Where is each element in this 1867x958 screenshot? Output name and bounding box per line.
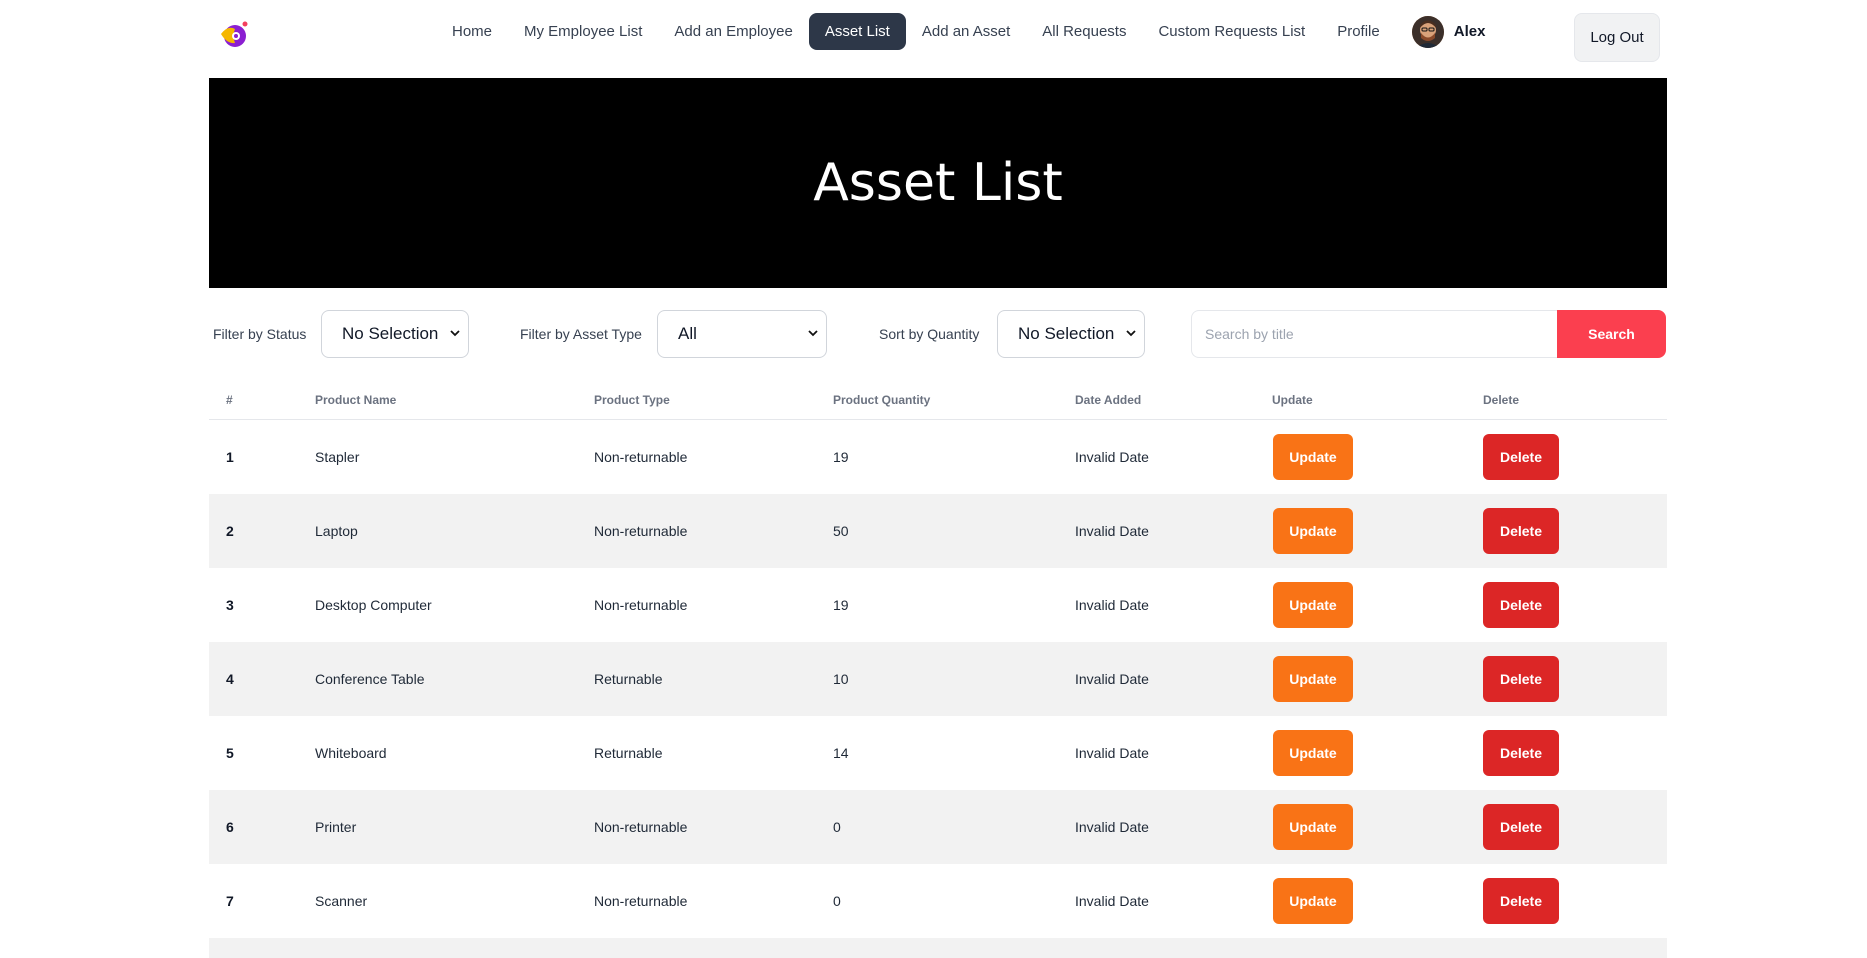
product-type: Non-returnable <box>594 449 688 465</box>
row-index: 5 <box>226 745 234 761</box>
header-product-type: Product Type <box>594 393 670 407</box>
status-filter-value: No Selection <box>342 324 439 343</box>
delete-button[interactable]: Delete <box>1483 656 1559 702</box>
product-quantity: 0 <box>833 893 841 909</box>
table-row: 1 Stapler Non-returnable 19 Invalid Date… <box>209 420 1667 494</box>
asset-type-filter-label: Filter by Asset Type <box>520 326 642 342</box>
date-added: Invalid Date <box>1075 597 1149 613</box>
header-product-quantity: Product Quantity <box>833 393 931 407</box>
row-index: 3 <box>226 597 234 613</box>
table-row: 7 Scanner Non-returnable 0 Invalid Date … <box>209 864 1667 938</box>
status-filter-select[interactable]: No Selection <box>321 310 469 358</box>
nav-link-custom-requests[interactable]: Custom Requests List <box>1142 13 1321 50</box>
nav-link-home[interactable]: Home <box>436 13 508 50</box>
update-button[interactable]: Update <box>1273 878 1353 924</box>
product-name: Desktop Computer <box>315 597 432 613</box>
product-type: Non-returnable <box>594 523 688 539</box>
row-index: 2 <box>226 523 234 539</box>
row-index: 1 <box>226 449 234 465</box>
product-quantity: 14 <box>833 745 849 761</box>
chevron-down-icon <box>1126 330 1136 337</box>
search-button[interactable]: Search <box>1557 310 1666 358</box>
asset-table: # Product Name Product Type Product Quan… <box>209 384 1667 958</box>
page-title: Asset List <box>813 153 1063 213</box>
chevron-down-icon <box>808 330 818 337</box>
update-button[interactable]: Update <box>1273 582 1353 628</box>
asset-type-filter-value: All <box>678 324 697 343</box>
user-name: Alex <box>1453 23 1486 40</box>
nav-link-add-employee[interactable]: Add an Employee <box>658 13 808 50</box>
product-quantity: 0 <box>833 819 841 835</box>
product-quantity: 10 <box>833 671 849 687</box>
product-type: Non-returnable <box>594 597 688 613</box>
table-row: 3 Desktop Computer Non-returnable 19 Inv… <box>209 568 1667 642</box>
date-added: Invalid Date <box>1075 671 1149 687</box>
chevron-down-icon <box>450 330 460 337</box>
delete-button[interactable]: Delete <box>1483 508 1559 554</box>
page-banner: Asset List <box>209 78 1667 288</box>
product-type: Non-returnable <box>594 893 688 909</box>
logout-button[interactable]: Log Out <box>1574 13 1660 62</box>
header-update: Update <box>1272 393 1313 407</box>
header-date-added: Date Added <box>1075 393 1142 407</box>
table-row-partial <box>209 938 1667 958</box>
date-added: Invalid Date <box>1075 893 1149 909</box>
date-added: Invalid Date <box>1075 523 1149 539</box>
header-index: # <box>226 393 233 407</box>
status-filter-label: Filter by Status <box>213 326 307 342</box>
brand-logo-icon[interactable] <box>218 19 250 49</box>
table-row: 6 Printer Non-returnable 0 Invalid Date … <box>209 790 1667 864</box>
delete-button[interactable]: Delete <box>1483 730 1559 776</box>
product-name: Whiteboard <box>315 745 387 761</box>
product-type: Non-returnable <box>594 819 688 835</box>
product-type: Returnable <box>594 671 663 687</box>
sort-quantity-select[interactable]: No Selection <box>997 310 1145 358</box>
nav-link-profile[interactable]: Profile <box>1321 13 1396 50</box>
nav-links: Home My Employee List Add an Employee As… <box>436 13 1485 50</box>
product-name: Scanner <box>315 893 368 909</box>
product-name: Stapler <box>315 449 360 465</box>
nav-link-add-asset[interactable]: Add an Asset <box>906 13 1026 50</box>
update-button[interactable]: Update <box>1273 804 1353 850</box>
date-added: Invalid Date <box>1075 745 1149 761</box>
delete-button[interactable]: Delete <box>1483 804 1559 850</box>
search-input[interactable]: Search by title <box>1191 310 1557 358</box>
row-index: 4 <box>226 671 234 687</box>
user-profile[interactable]: Alex <box>1411 15 1486 48</box>
header-product-name: Product Name <box>315 393 397 407</box>
table-row: 5 Whiteboard Returnable 14 Invalid Date … <box>209 716 1667 790</box>
asset-type-filter-select[interactable]: All <box>657 310 827 358</box>
product-quantity: 19 <box>833 597 849 613</box>
product-quantity: 50 <box>833 523 849 539</box>
header-delete: Delete <box>1483 393 1520 407</box>
product-name: Conference Table <box>315 671 425 687</box>
row-index: 6 <box>226 819 234 835</box>
nav-link-my-employee-list[interactable]: My Employee List <box>508 13 658 50</box>
table-header: # Product Name Product Type Product Quan… <box>209 384 1667 420</box>
table-row: 4 Conference Table Returnable 10 Invalid… <box>209 642 1667 716</box>
top-navbar: Home My Employee List Add an Employee As… <box>0 0 1867 78</box>
nav-link-asset-list[interactable]: Asset List <box>808 13 906 50</box>
sort-quantity-value: No Selection <box>1018 324 1115 343</box>
update-button[interactable]: Update <box>1273 730 1353 776</box>
avatar[interactable] <box>1411 15 1444 48</box>
product-name: Printer <box>315 819 357 835</box>
sort-quantity-label: Sort by Quantity <box>879 326 980 342</box>
update-button[interactable]: Update <box>1273 434 1353 480</box>
update-button[interactable]: Update <box>1273 656 1353 702</box>
delete-button[interactable]: Delete <box>1483 434 1559 480</box>
table-row: 2 Laptop Non-returnable 50 Invalid Date … <box>209 494 1667 568</box>
delete-button[interactable]: Delete <box>1483 582 1559 628</box>
product-type: Returnable <box>594 745 663 761</box>
row-index: 7 <box>226 893 234 909</box>
date-added: Invalid Date <box>1075 819 1149 835</box>
date-added: Invalid Date <box>1075 449 1149 465</box>
delete-button[interactable]: Delete <box>1483 878 1559 924</box>
nav-link-all-requests[interactable]: All Requests <box>1026 13 1142 50</box>
product-quantity: 19 <box>833 449 849 465</box>
filter-bar: Filter by Status No Selection Filter by … <box>209 310 1667 358</box>
update-button[interactable]: Update <box>1273 508 1353 554</box>
product-name: Laptop <box>315 523 358 539</box>
